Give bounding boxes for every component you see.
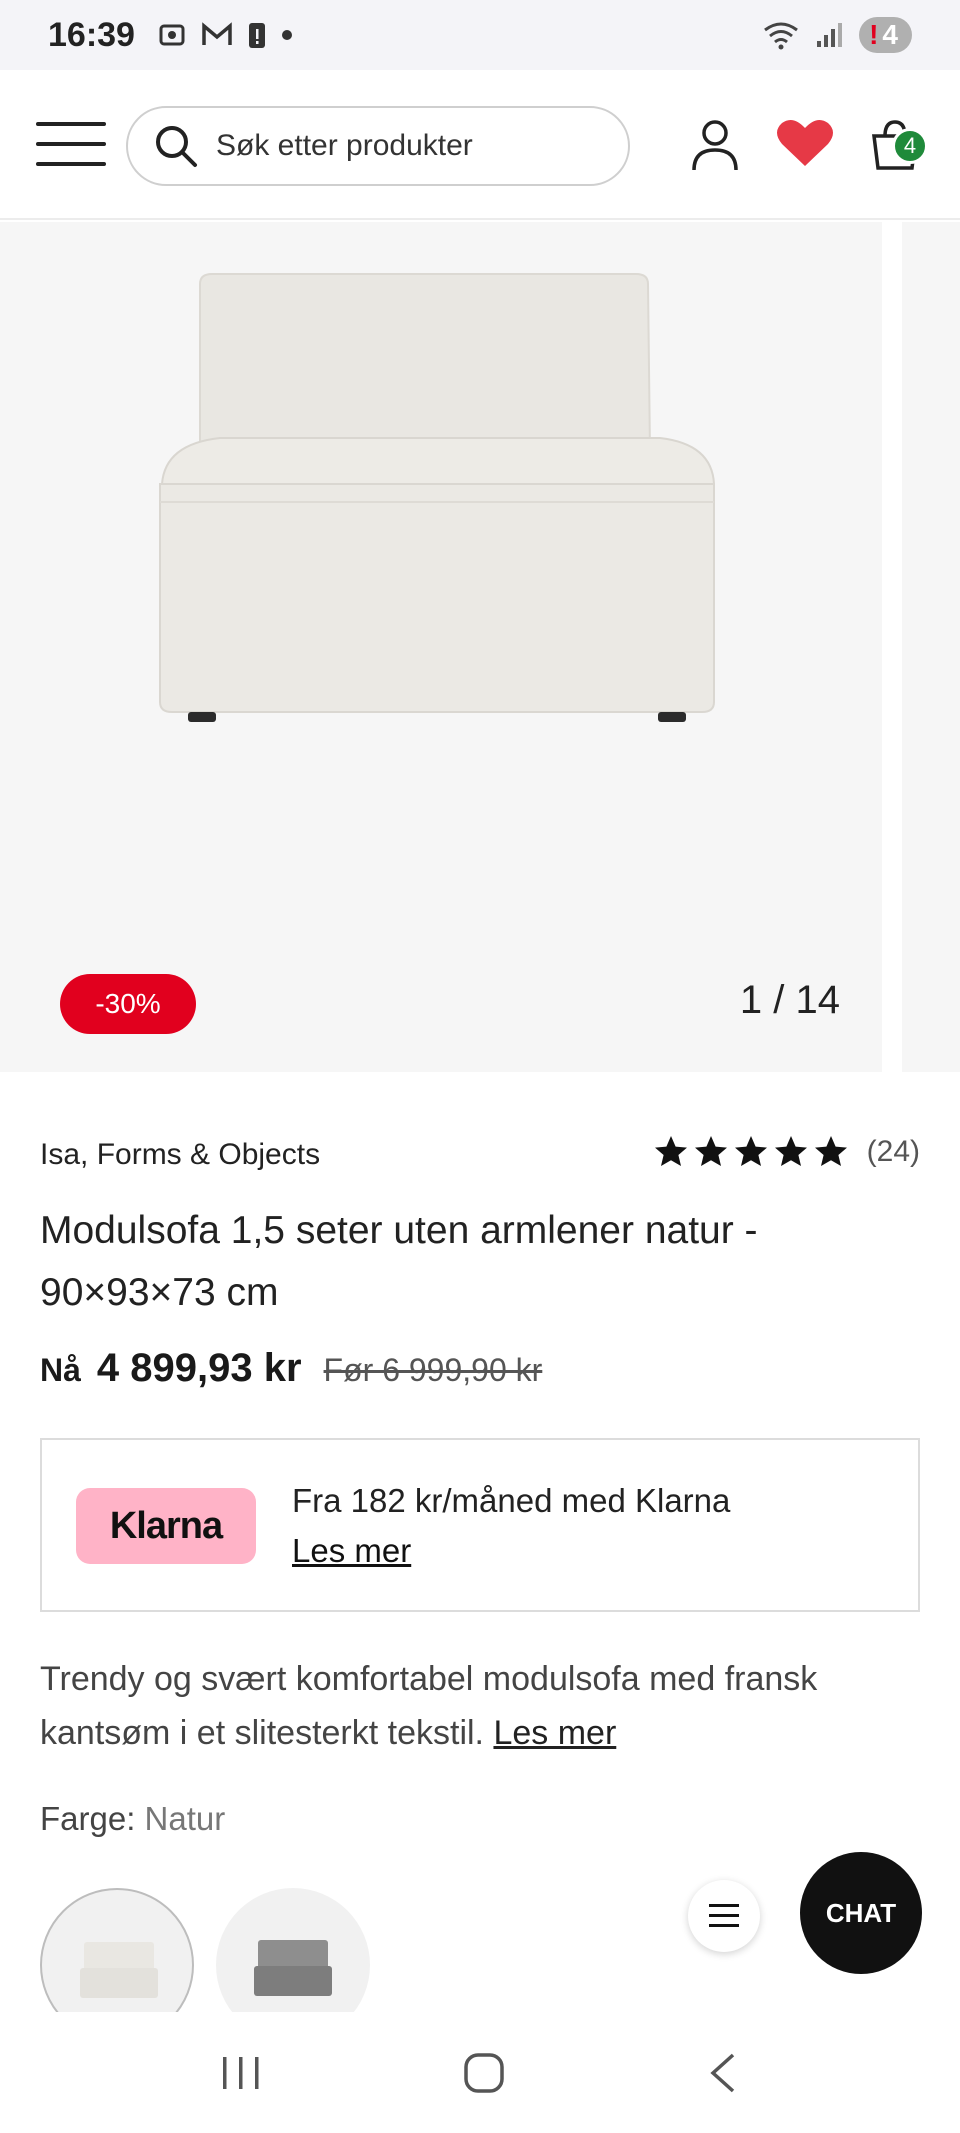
menu-icon[interactable]: [36, 122, 106, 166]
search-input[interactable]: Søk etter produkter: [126, 106, 630, 186]
description-read-more-link[interactable]: Les mer: [493, 1714, 616, 1752]
color-selector: Farge: Natur: [40, 1800, 225, 1838]
list-menu-icon: [709, 1904, 739, 1927]
battery-indicator: ! 4: [859, 17, 912, 53]
status-bar: 16:39 ! 4: [0, 0, 960, 70]
price-now: 4 899,93 kr: [96, 1346, 302, 1390]
chat-button[interactable]: CHAT: [800, 1852, 922, 1974]
price-before: Før 6 999,90 kr: [323, 1352, 543, 1388]
dot-icon: [281, 30, 292, 40]
klarna-text: Fra 182 kr/måned med Klarna: [292, 1482, 731, 1519]
color-value: Natur: [144, 1800, 226, 1837]
status-time: 16:39: [48, 15, 135, 54]
sofa-module-image: [159, 273, 716, 722]
screenshot-icon: [159, 24, 185, 46]
product-description: Trendy og svært komfortabel modulsofa me…: [40, 1652, 930, 1760]
product-title: Modulsofa 1,5 seter uten armlener natur …: [40, 1209, 758, 1314]
klarna-logo: Klarna: [76, 1488, 256, 1564]
search-placeholder: Søk etter produkter: [216, 129, 473, 162]
battery-level: 4: [882, 19, 898, 50]
battery-alert: !: [869, 19, 879, 50]
battery-alert-icon: [248, 23, 265, 48]
klarna-financing-box: Klarna Fra 182 kr/måned med Klarna Les m…: [40, 1438, 920, 1612]
brand-name[interactable]: Isa, Forms & Objects: [40, 1138, 320, 1172]
signal-icon: [817, 23, 843, 47]
search-icon: [156, 126, 197, 167]
heart-icon[interactable]: [776, 118, 834, 168]
recent-apps-icon[interactable]: [219, 2053, 263, 2093]
color-label: Farge:: [40, 1800, 136, 1837]
gmail-icon: [202, 22, 232, 45]
image-counter: 1 / 14: [739, 978, 840, 1022]
system-icons: ! 4: [761, 17, 912, 53]
price-prefix: Nå: [40, 1352, 81, 1388]
home-icon[interactable]: [462, 2051, 506, 2095]
back-icon[interactable]: [705, 2051, 741, 2095]
klarna-read-more-link[interactable]: Les mer: [292, 1532, 411, 1570]
user-icon[interactable]: [690, 118, 740, 172]
discount-badge: -30%: [60, 974, 196, 1034]
next-image-peek[interactable]: [902, 222, 960, 1072]
wifi-icon: [764, 22, 798, 50]
notification-icons: [157, 20, 293, 50]
android-nav-bar: [0, 2012, 960, 2133]
description-text: Trendy og svært komfortabel modulsofa me…: [40, 1660, 818, 1752]
review-count: (24): [866, 1135, 920, 1168]
price: Nå 4 899,93 kr Før 6 999,90 kr: [40, 1346, 542, 1391]
site-header: Søk etter produkter 4: [0, 70, 960, 220]
product-gallery[interactable]: -30% 1 / 14: [0, 222, 960, 1072]
menu-fab-button[interactable]: [688, 1880, 760, 1952]
star-rating-icon: [654, 1136, 847, 1166]
cart-count-badge: 4: [892, 128, 928, 164]
rating[interactable]: (24): [653, 1134, 920, 1170]
product-image[interactable]: [0, 222, 882, 1072]
